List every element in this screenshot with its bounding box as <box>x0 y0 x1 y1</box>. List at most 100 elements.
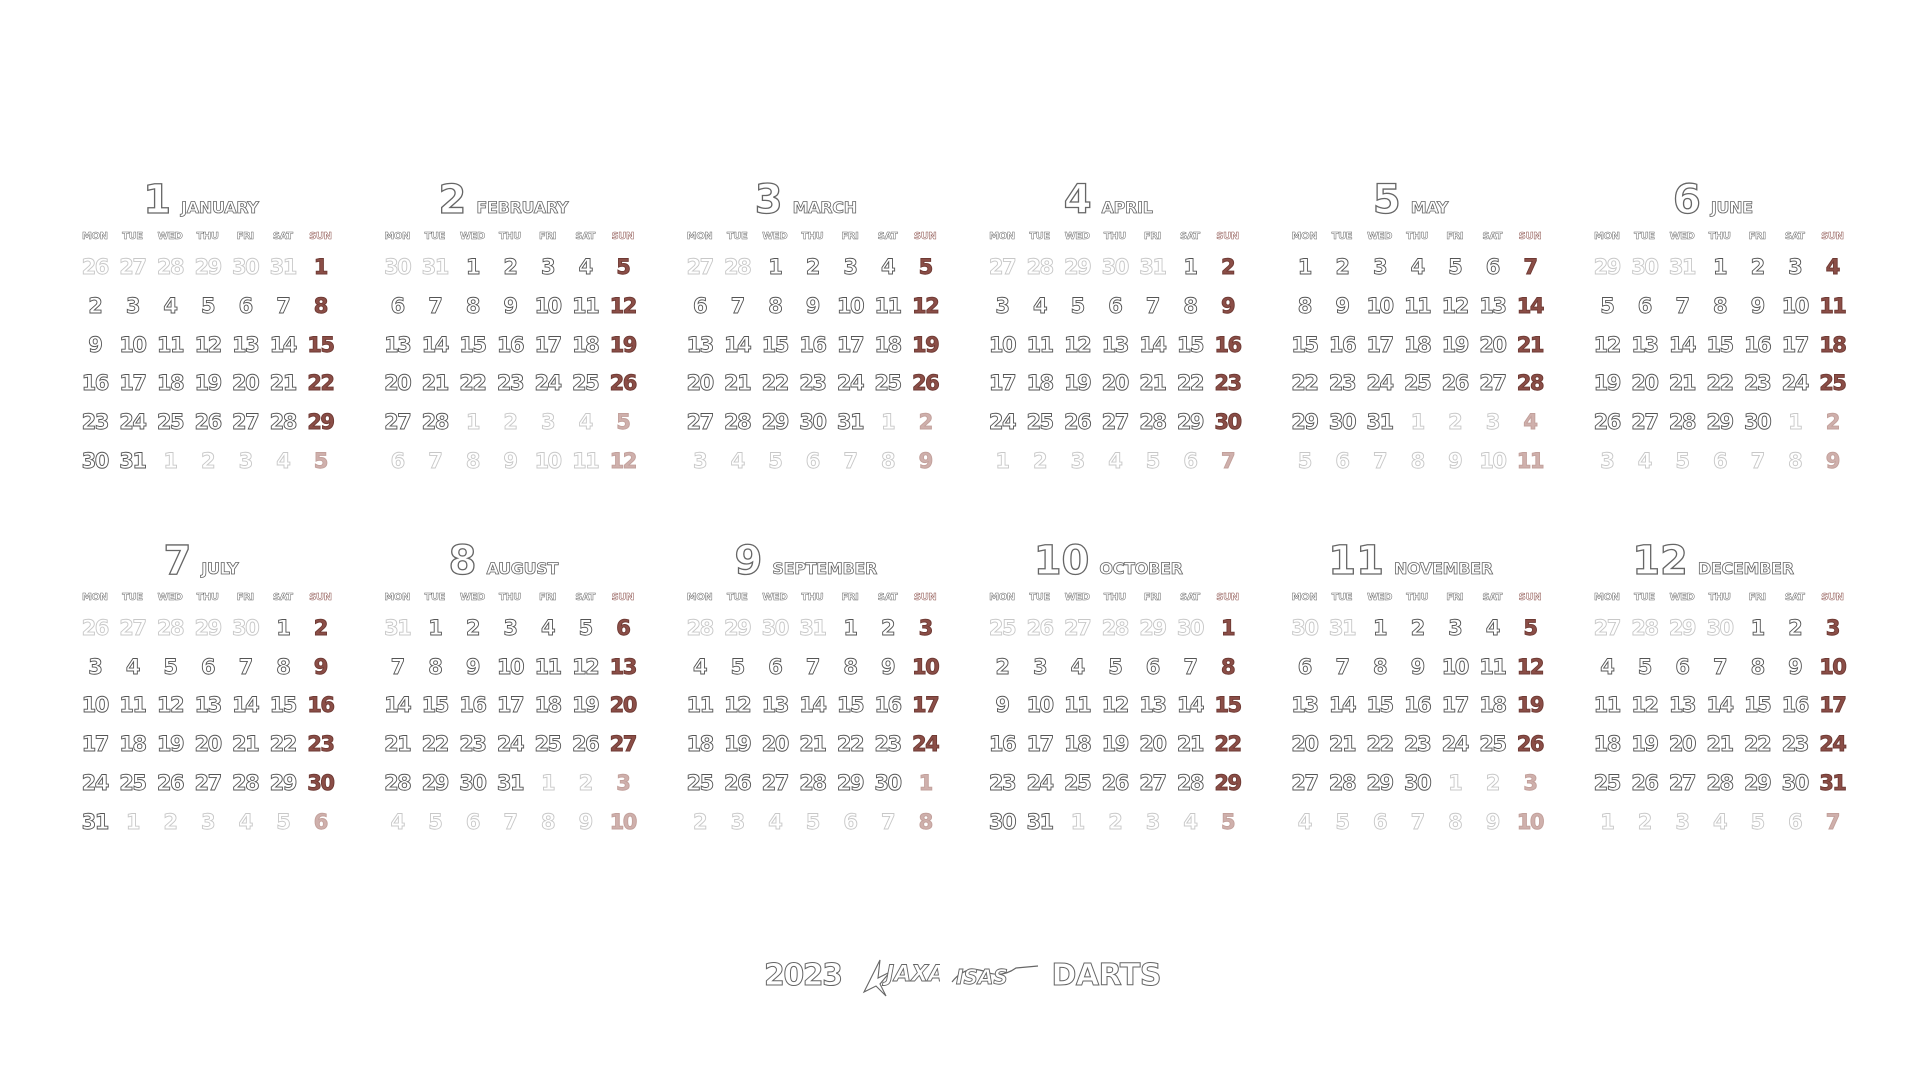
day-cell: 3 <box>1788 255 1803 280</box>
weekday-label: SUN <box>309 231 332 243</box>
day-cell: 6 <box>238 293 253 318</box>
day-cell: 10 <box>1366 293 1395 318</box>
day-cell: 28 <box>421 410 450 435</box>
day-cell: 27 <box>1139 770 1168 796</box>
weekday-label: TUE <box>1634 591 1655 604</box>
jaxa-logo-icon: JAXA <box>862 959 940 997</box>
month-name: OCTOBER <box>1099 558 1183 578</box>
days-grid: 30 31 1 2 3 4 5 6 7 8 9 10 11 12 13 14 15 16 17 18 19 20 21 22 2… <box>1286 609 1550 842</box>
day-cell-other-month: 30 <box>1706 615 1735 640</box>
day-cell: 7 <box>1712 654 1728 679</box>
day-cell: 2 <box>1788 615 1803 640</box>
day-cell: 27 <box>686 410 715 435</box>
weekday-label: FRI <box>1748 591 1766 604</box>
day-cell: 8 <box>1183 293 1198 318</box>
day-cell: 7 <box>238 654 253 679</box>
day-cell-other-month: 8 <box>1788 448 1803 474</box>
weekday-label: SUN <box>309 591 332 604</box>
day-cell-other-month: 30 <box>232 255 261 280</box>
day-cell: 8 <box>768 293 783 318</box>
day-cell: 22 <box>459 371 488 396</box>
day-cell: 24 <box>912 732 941 757</box>
month-name: NOVEMBER <box>1393 558 1494 578</box>
month-number: 4 <box>1063 177 1092 223</box>
day-cell-other-month: 31 <box>1668 255 1697 280</box>
day-cell-other-month: 2 <box>1448 410 1463 435</box>
weekday-label: SAT <box>1784 591 1806 604</box>
day-cell: 11 <box>686 693 715 718</box>
day-cell: 11 <box>119 693 148 718</box>
weekday-label: WED <box>459 591 486 604</box>
day-cell: 23 <box>1328 371 1357 396</box>
weekday-label: SAT <box>575 591 596 604</box>
day-cell: 9 <box>465 654 480 679</box>
weekday-label: THU <box>1103 591 1126 604</box>
days-grid: 1 2 3 4 5 6 7 8 9 10 11 12 13 14 15 16 17 18 19 20 21 22 23 24 2… <box>1286 248 1550 481</box>
weekday-label: THU <box>801 231 824 243</box>
day-cell-other-month: 1 <box>1448 770 1463 796</box>
day-cell: 2 <box>313 615 328 640</box>
day-cell: 19 <box>1593 371 1622 396</box>
weekday-header-row: MON TUE WED THU FRI SAT SUN <box>1286 228 1550 246</box>
day-cell: 9 <box>1335 293 1350 318</box>
weekday-header-row: MON TUE WED THU FRI SAT SUN <box>681 228 945 246</box>
day-cell: 21 <box>384 732 413 757</box>
day-cell: 28 <box>1328 770 1357 796</box>
day-cell: 14 <box>724 332 753 357</box>
day-cell-other-month: 9 <box>1448 448 1463 474</box>
weekday-label: SUN <box>1518 231 1542 243</box>
day-cell: 15 <box>307 332 336 357</box>
day-cell: 20 <box>686 371 715 396</box>
day-cell: 28 <box>384 770 413 796</box>
day-cell: 17 <box>836 332 865 357</box>
month-name: AUGUST <box>486 558 559 578</box>
day-cell: 12 <box>1064 332 1093 357</box>
day-cell: 30 <box>81 448 110 474</box>
day-cell: 15 <box>1366 693 1395 718</box>
day-cell-other-month: 1 <box>1788 410 1803 435</box>
day-cell: 19 <box>912 332 941 357</box>
day-cell: 9 <box>1788 654 1803 679</box>
day-cell: 8 <box>1712 293 1728 318</box>
day-cell: 27 <box>194 770 223 796</box>
days-grid: 29 30 31 1 2 3 4 5 6 7 8 9 10 11 12 13 14 15 16 17 18 19 20 21 2… <box>1588 248 1852 481</box>
month-number: 7 <box>163 537 192 584</box>
day-cell-other-month: 8 <box>1448 809 1463 834</box>
day-cell: 4 <box>1410 255 1425 280</box>
isas-logo-text: ISAS <box>956 965 1008 989</box>
weekday-label: TUE <box>424 591 446 604</box>
day-cell: 4 <box>1825 255 1840 280</box>
day-cell: 7 <box>1523 255 1538 280</box>
day-cell-other-month: 4 <box>578 410 593 435</box>
day-cell-other-month: 27 <box>988 255 1017 280</box>
month-number: 1 <box>143 177 172 223</box>
day-cell: 2 <box>1335 255 1350 280</box>
day-cell-other-month: 3 <box>693 448 708 474</box>
day-cell: 8 <box>1372 654 1388 679</box>
day-cell: 6 <box>201 654 216 679</box>
day-cell: 2 <box>1220 255 1236 280</box>
day-cell-other-month: 27 <box>1593 615 1622 640</box>
day-cell-other-month: 2 <box>503 410 518 435</box>
day-cell: 7 <box>276 293 291 318</box>
weekday-label: FRI <box>841 591 859 604</box>
day-cell: 21 <box>269 371 298 396</box>
day-cell: 25 <box>572 371 601 396</box>
day-cell: 2 <box>995 654 1010 679</box>
day-cell-other-month: 4 <box>1297 809 1312 834</box>
day-cell: 15 <box>1291 332 1320 357</box>
weekday-label: FRI <box>539 591 557 604</box>
day-cell-other-month: 27 <box>686 255 715 280</box>
weekday-label: THU <box>1708 591 1731 604</box>
day-cell: 17 <box>1781 332 1810 357</box>
day-cell: 31 <box>81 809 110 834</box>
day-cell-other-month: 5 <box>805 809 820 834</box>
day-cell-other-month: 8 <box>541 809 556 834</box>
day-cell: 13 <box>384 332 413 357</box>
day-cell: 16 <box>799 332 828 357</box>
year-calendar: 1 JANUARY MON TUE WED THU FRI SAT SUN 26 27 28 29 30 3… <box>76 176 1852 842</box>
day-cell: 27 <box>761 770 790 796</box>
day-cell-other-month: 3 <box>730 809 745 834</box>
day-cell-other-month: 1 <box>541 770 556 796</box>
month-number: 12 <box>1632 537 1689 584</box>
